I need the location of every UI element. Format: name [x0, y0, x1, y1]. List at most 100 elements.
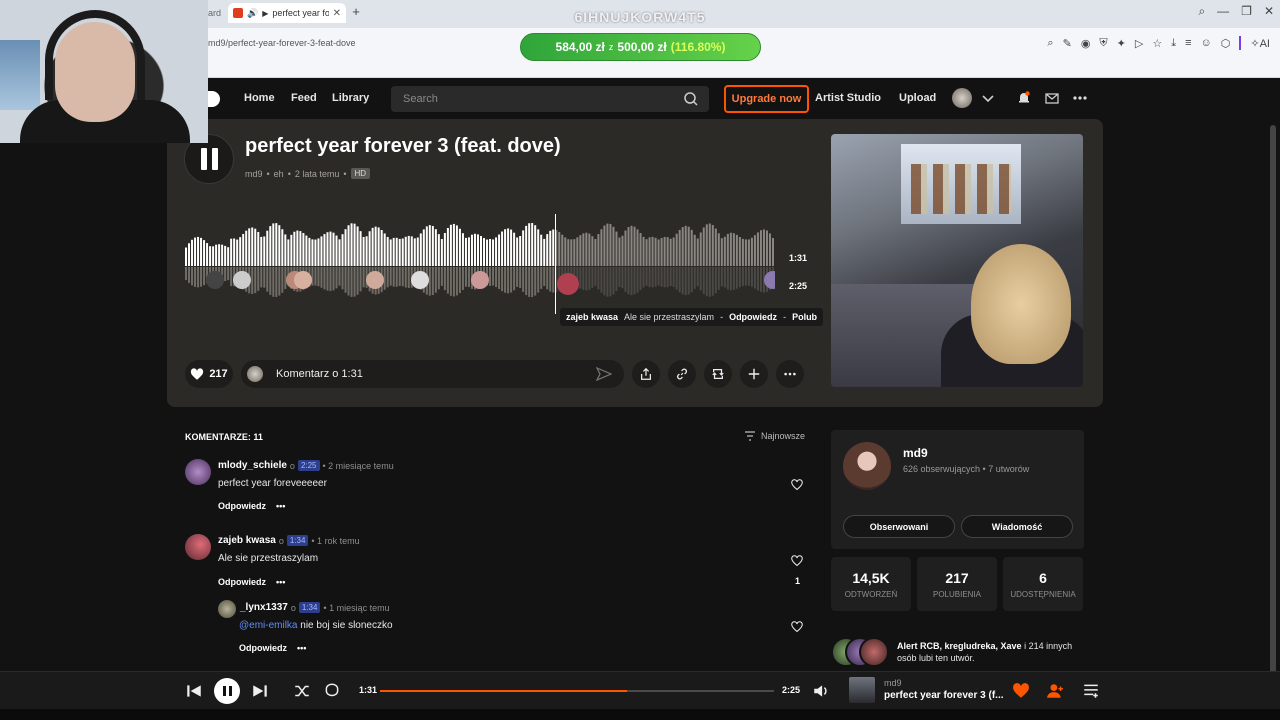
extension-icon[interactable]: ✦	[1117, 37, 1126, 50]
liker-names[interactable]: Alert RCB, kregludreka, Xave	[897, 641, 1022, 651]
waveform-bar-reflection	[693, 267, 696, 289]
track-artist[interactable]: md9	[245, 169, 263, 179]
player-title[interactable]: perfect year forever 3 (f...	[884, 690, 1004, 701]
queue-icon[interactable]	[1082, 682, 1100, 700]
nav-upload[interactable]: Upload	[899, 92, 936, 104]
url-field[interactable]: md9/perfect-year-forever-3-feat-dove	[208, 38, 356, 48]
more-icon[interactable]	[1072, 90, 1088, 106]
add-to-playlist-button[interactable]	[740, 360, 768, 388]
artist-name[interactable]: md9	[903, 446, 928, 460]
comment-timestamp[interactable]: 1:34	[286, 535, 309, 546]
mention-link[interactable]: @emi-emilka	[239, 620, 298, 631]
logo-icon[interactable]	[208, 91, 220, 107]
avatar[interactable]	[218, 600, 236, 618]
like-button[interactable]: 217	[185, 360, 233, 388]
follow-button[interactable]: Obserwowani	[843, 515, 955, 538]
search-input[interactable]: Search	[391, 86, 709, 112]
cover-art[interactable]	[831, 134, 1083, 387]
waveform-bar-reflection	[431, 267, 434, 295]
send-icon[interactable]	[596, 366, 612, 382]
more-icon[interactable]: •••	[276, 577, 285, 587]
repost-button[interactable]	[704, 360, 732, 388]
waveform-bar-reflection	[356, 267, 359, 295]
more-icon[interactable]: •••	[297, 643, 306, 653]
upgrade-button[interactable]: Upgrade now	[724, 85, 809, 113]
likers[interactable]: Alert RCB, kregludreka, Xave i 214 innyc…	[831, 635, 1091, 671]
shield-icon[interactable]: ⛨	[1099, 37, 1107, 50]
ai-icon[interactable]: ✧AI	[1250, 37, 1270, 50]
heart-icon[interactable]	[791, 621, 803, 633]
reply-button[interactable]: Odpowiedz	[218, 577, 266, 587]
waveform-bar	[326, 232, 329, 266]
track-genre[interactable]: eh	[274, 169, 284, 179]
follow-user-icon[interactable]	[1046, 682, 1064, 700]
waveform-bar-reflection	[594, 267, 597, 286]
mail-icon[interactable]	[1044, 90, 1060, 106]
camera-icon[interactable]: ◉	[1081, 37, 1091, 50]
comment-user[interactable]: zajeb kwasa	[218, 535, 276, 546]
edit-icon[interactable]: ✎	[1063, 37, 1072, 50]
artist-avatar[interactable]	[843, 442, 891, 490]
waveform[interactable]	[185, 214, 775, 314]
avatar[interactable]	[952, 88, 972, 108]
message-button[interactable]: Wiadomość	[961, 515, 1073, 538]
sort-dropdown[interactable]: Najnowsze	[744, 431, 805, 441]
comment-user[interactable]: mlody_schiele	[218, 460, 287, 471]
pause-button[interactable]	[214, 678, 240, 704]
scrollbar[interactable]	[1270, 119, 1276, 675]
bookmark-icon[interactable]: ☆	[1152, 37, 1162, 50]
repeat-icon[interactable]	[323, 682, 341, 700]
track-hero: perfect year forever 3 (feat. dove) md9 …	[167, 119, 1103, 407]
zoom-icon[interactable]: ⌕	[1047, 37, 1053, 50]
tooltip-like[interactable]: Polub	[792, 312, 817, 322]
heart-icon[interactable]	[1012, 682, 1030, 700]
player-cover[interactable]	[849, 677, 875, 703]
previous-icon[interactable]	[185, 682, 203, 700]
waveform-bar	[672, 237, 675, 266]
avatar[interactable]	[185, 459, 211, 485]
comment-timestamp[interactable]: 2:25	[297, 460, 320, 471]
search-icon[interactable]	[683, 91, 699, 107]
track-title: perfect year forever 3 (feat. dove)	[245, 135, 561, 157]
volume-icon[interactable]	[812, 682, 830, 700]
reply-button[interactable]: Odpowiedz	[218, 501, 266, 511]
waveform-bar	[323, 234, 326, 266]
waveform-bar-reflection	[756, 267, 759, 291]
next-icon[interactable]	[251, 682, 269, 700]
heart-icon[interactable]	[791, 479, 803, 491]
nav-feed[interactable]: Feed	[291, 92, 317, 104]
link-icon	[677, 368, 687, 380]
nav-artist-studio[interactable]: Artist Studio	[815, 92, 881, 104]
play-icon[interactable]: ▷	[1135, 37, 1143, 50]
bell-icon[interactable]	[1016, 90, 1032, 106]
cube-icon[interactable]: ⬡	[1221, 37, 1231, 50]
more-button[interactable]	[776, 360, 804, 388]
avatar[interactable]	[185, 534, 211, 560]
waveform-bar	[425, 226, 428, 266]
waveform-bar	[594, 238, 597, 266]
shuffle-icon[interactable]	[293, 682, 311, 700]
tooltip-user[interactable]: zajeb kwasa	[566, 312, 618, 322]
nav-library[interactable]: Library	[332, 92, 369, 104]
download-icon[interactable]: ⤓	[1171, 37, 1176, 50]
waveform-bar-reflection	[537, 267, 540, 293]
menu-icon[interactable]: ≡	[1185, 37, 1191, 49]
track-meta: md9 • eh • 2 lata temu • HD	[245, 168, 371, 179]
progress-bar[interactable]	[380, 690, 774, 692]
comment-input[interactable]: Komentarz o 1:31	[241, 360, 624, 388]
nav-home[interactable]: Home	[244, 92, 275, 104]
waveform-bar-reflection	[651, 267, 654, 288]
waveform-bar	[266, 230, 269, 266]
share-button[interactable]	[632, 360, 660, 388]
player-artist[interactable]: md9	[884, 678, 902, 688]
reply-button[interactable]: Odpowiedz	[239, 643, 287, 653]
more-icon[interactable]: •••	[276, 501, 285, 511]
heart-icon[interactable]	[791, 555, 803, 567]
comment-timestamp[interactable]: 1:34	[298, 602, 321, 613]
comment-user[interactable]: _lynx1337	[240, 602, 288, 613]
tooltip-reply[interactable]: Odpowiedz	[729, 312, 777, 322]
waveform-bar-reflection	[636, 267, 639, 293]
profile-icon[interactable]: ☺	[1201, 37, 1212, 49]
chevron-down-icon[interactable]	[980, 90, 996, 106]
copy-link-button[interactable]	[668, 360, 696, 388]
